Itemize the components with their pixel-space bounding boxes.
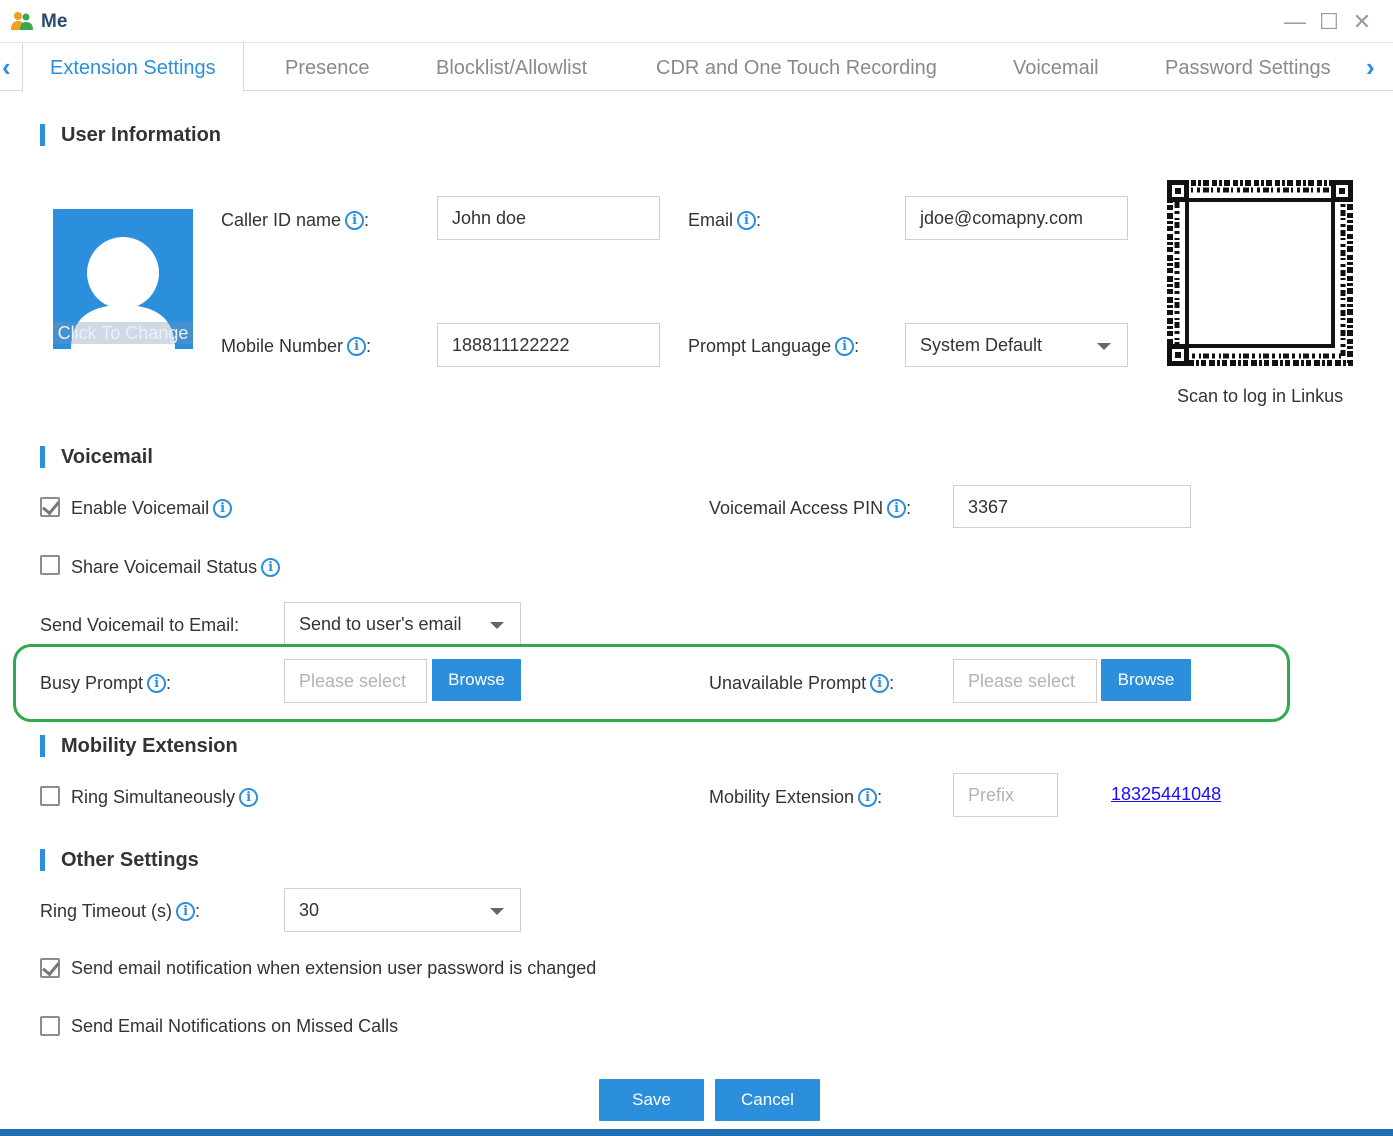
send-voicemail-email-label: Send Voicemail to Email: bbox=[40, 615, 240, 635]
prompt-language-label: Prompt Language i: bbox=[688, 336, 860, 356]
info-icon[interactable]: i bbox=[835, 337, 855, 356]
share-voicemail-checkbox[interactable] bbox=[40, 555, 60, 575]
users-app-icon bbox=[11, 12, 33, 30]
chevron-down-icon bbox=[490, 622, 504, 629]
ring-timeout-select[interactable]: 30 bbox=[284, 888, 521, 932]
unavailable-prompt-label: Unavailable Prompt i: bbox=[709, 673, 895, 693]
info-icon[interactable]: i bbox=[858, 788, 878, 807]
minimize-button[interactable]: — bbox=[1281, 8, 1309, 36]
chevron-down-icon bbox=[1097, 343, 1111, 350]
prompt-language-value: System Default bbox=[920, 335, 1043, 355]
mobility-number-link[interactable]: 18325441048 bbox=[1111, 784, 1221, 805]
info-icon[interactable]: i bbox=[239, 788, 259, 807]
email-input[interactable]: jdoe@comapny.com bbox=[905, 196, 1128, 240]
mobile-number-input[interactable]: 188811122222 bbox=[437, 323, 660, 367]
qr-code-icon bbox=[1167, 180, 1353, 366]
send-voicemail-email-select[interactable]: Send to user's email bbox=[284, 602, 521, 646]
mobile-number-label: Mobile Number i: bbox=[221, 336, 372, 356]
voicemail-pin-label: Voicemail Access PIN i: bbox=[709, 498, 912, 518]
send-voicemail-email-value: Send to user's email bbox=[299, 614, 462, 634]
ring-simultaneously-label: Ring Simultaneously i bbox=[71, 787, 259, 808]
tab-cdr-recording[interactable]: CDR and One Touch Recording bbox=[656, 43, 937, 91]
section-title-voicemail: Voicemail bbox=[40, 446, 153, 468]
password-notify-checkbox[interactable] bbox=[40, 958, 60, 978]
ring-timeout-value: 30 bbox=[299, 900, 320, 920]
title-bar bbox=[0, 0, 1393, 43]
tab-password-settings[interactable]: Password Settings bbox=[1165, 43, 1331, 91]
tab-scroll-right-icon[interactable]: › bbox=[1366, 52, 1375, 83]
voicemail-pin-input[interactable]: 3367 bbox=[953, 485, 1191, 528]
close-button[interactable]: ✕ bbox=[1348, 8, 1376, 36]
tab-blocklist-allowlist[interactable]: Blocklist/Allowlist bbox=[436, 43, 587, 91]
prompt-language-select[interactable]: System Default bbox=[905, 323, 1128, 367]
avatar-caption: Click To Change bbox=[53, 322, 193, 344]
info-icon[interactable]: i bbox=[887, 499, 907, 518]
cancel-button[interactable]: Cancel bbox=[715, 1079, 820, 1121]
password-notify-label: Send email notification when extension u… bbox=[71, 958, 597, 978]
chevron-down-icon bbox=[490, 908, 504, 915]
avatar[interactable]: Click To Change bbox=[53, 209, 193, 349]
save-button[interactable]: Save bbox=[599, 1079, 704, 1121]
unavailable-prompt-input[interactable]: Please select bbox=[953, 659, 1097, 703]
maximize-button[interactable]: ☐ bbox=[1315, 8, 1343, 36]
busy-prompt-label: Busy Prompt i: bbox=[40, 673, 172, 693]
ring-timeout-label: Ring Timeout (s) i: bbox=[40, 901, 201, 921]
email-label: Email i: bbox=[688, 210, 762, 230]
busy-prompt-browse-button[interactable]: Browse bbox=[432, 659, 521, 701]
tab-voicemail[interactable]: Voicemail bbox=[1013, 43, 1099, 91]
ring-simultaneously-checkbox[interactable] bbox=[40, 786, 60, 806]
caller-id-label: Caller ID name i: bbox=[221, 210, 370, 230]
enable-voicemail-checkbox[interactable] bbox=[40, 497, 60, 517]
mobility-prefix-input[interactable]: Prefix bbox=[953, 773, 1058, 817]
info-icon[interactable]: i bbox=[213, 499, 233, 518]
section-title-user-info: User Information bbox=[40, 124, 221, 146]
info-icon[interactable]: i bbox=[347, 337, 367, 356]
unavailable-prompt-browse-button[interactable]: Browse bbox=[1101, 659, 1191, 701]
info-icon[interactable]: i bbox=[870, 674, 890, 693]
tab-scroll-left-icon[interactable]: ‹ bbox=[2, 52, 11, 83]
highlight-box bbox=[13, 644, 1290, 722]
qr-caption: Scan to log in Linkus bbox=[1177, 386, 1344, 406]
mobility-extension-label: Mobility Extension i: bbox=[709, 787, 883, 807]
bottom-bar bbox=[0, 1129, 1393, 1136]
info-icon[interactable]: i bbox=[147, 674, 167, 693]
missed-calls-label: Send Email Notifications on Missed Calls bbox=[71, 1016, 399, 1036]
section-title-other: Other Settings bbox=[40, 849, 199, 871]
window-title: Me bbox=[41, 11, 68, 32]
tab-extension-settings[interactable]: Extension Settings bbox=[22, 43, 244, 92]
caller-id-input[interactable]: John doe bbox=[437, 196, 660, 240]
enable-voicemail-label: Enable Voicemail i bbox=[71, 498, 233, 519]
share-voicemail-label: Share Voicemail Status i bbox=[71, 557, 281, 578]
info-icon[interactable]: i bbox=[345, 211, 365, 230]
missed-calls-checkbox[interactable] bbox=[40, 1016, 60, 1036]
tab-presence[interactable]: Presence bbox=[285, 43, 370, 91]
busy-prompt-input[interactable]: Please select bbox=[284, 659, 427, 703]
info-icon[interactable]: i bbox=[737, 211, 757, 230]
info-icon[interactable]: i bbox=[176, 902, 196, 921]
info-icon[interactable]: i bbox=[261, 558, 281, 577]
section-title-mobility: Mobility Extension bbox=[40, 735, 238, 757]
